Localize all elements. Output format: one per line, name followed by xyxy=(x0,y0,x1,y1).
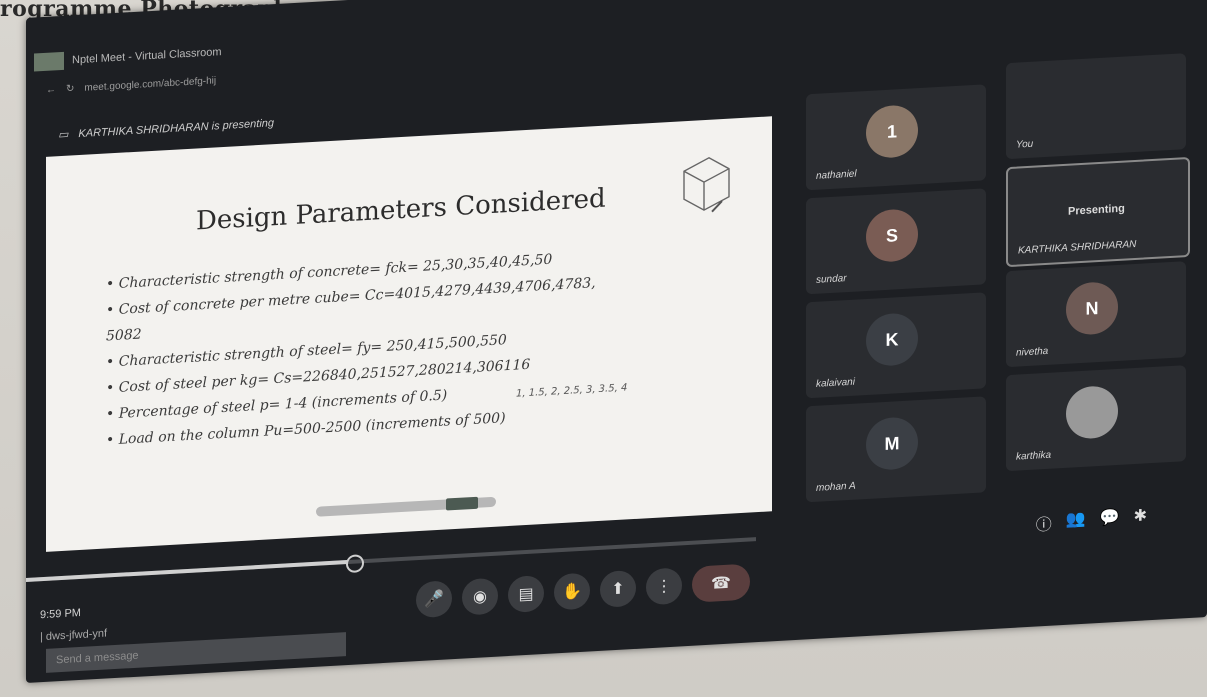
mic-icon[interactable]: 🎤 xyxy=(416,580,452,619)
captions-icon[interactable]: ▤ xyxy=(508,575,544,614)
favicon-icon xyxy=(34,51,64,72)
participant-name: karthika xyxy=(1016,449,1052,463)
participant-tile[interactable]: 1 nathaniel xyxy=(806,84,986,191)
avatar: S xyxy=(866,208,918,264)
address-text[interactable]: meet.google.com/abc-defg-hij xyxy=(84,75,216,93)
avatar: 1 xyxy=(866,104,918,160)
avatar: M xyxy=(866,416,918,472)
participant-name: nivetha xyxy=(1016,345,1049,359)
avatar: K xyxy=(866,312,918,368)
participant-tile[interactable]: You xyxy=(1006,53,1186,160)
camera-icon[interactable]: ◉ xyxy=(462,577,498,616)
reload-icon[interactable]: ↻ xyxy=(66,83,74,94)
monitor-screen: Nptel Meet - Virtual Classroom ← ↻ meet.… xyxy=(26,0,1207,683)
end-call-icon[interactable]: ☎ xyxy=(692,563,750,603)
present-icon[interactable]: ⬆ xyxy=(600,569,636,608)
shared-slide: Design Parameters Considered Characteris… xyxy=(46,116,772,552)
side-controls: ⓘ 👥 💬 ✱ xyxy=(1036,505,1147,535)
present-icon: ▭ xyxy=(58,128,69,142)
video-thumbnail xyxy=(1066,73,1118,128)
participant-tile[interactable]: karthika xyxy=(1006,365,1186,472)
call-controls: 🎤 ◉ ▤ ✋ ⬆ ⋮ ☎ xyxy=(416,563,750,619)
participant-tile[interactable]: M mohan A xyxy=(806,396,986,503)
presenting-label: KARTHIKA SHRIDHARAN is presenting xyxy=(78,116,275,140)
avatar: N xyxy=(1066,280,1118,336)
meeting-toolbar: 9:59 PM | dws-jfwd-ynf Send a message 🎤 … xyxy=(26,507,1207,683)
pinned-presenter-tile[interactable]: Presenting KARTHIKA SHRIDHARAN xyxy=(1006,156,1190,268)
pinned-name: KARTHIKA SHRIDHARAN xyxy=(1018,238,1137,257)
participant-name: You xyxy=(1016,138,1034,151)
browser-tab-title[interactable]: Nptel Meet - Virtual Classroom xyxy=(72,46,222,66)
participant-name: nathaniel xyxy=(816,168,857,182)
meeting-code: | dws-jfwd-ynf xyxy=(40,627,108,644)
slide-nav-knob[interactable] xyxy=(446,496,478,511)
participant-name: kalaivani xyxy=(816,376,855,390)
raise-hand-icon[interactable]: ✋ xyxy=(554,572,590,611)
participant-name: mohan A xyxy=(816,480,856,494)
meeting-time: 9:59 PM xyxy=(40,606,81,622)
slide-bullet-list: Characteristic strength of concrete= fck… xyxy=(106,237,726,454)
avatar xyxy=(1066,384,1118,440)
participant-name: sundar xyxy=(816,273,847,286)
pinned-title: Presenting xyxy=(1068,202,1125,218)
more-icon[interactable]: ⋮ xyxy=(646,567,682,606)
progress-fill xyxy=(26,560,348,582)
back-icon[interactable]: ← xyxy=(46,84,56,96)
participant-grid: 1 nathaniel You S sundar Presenting KART… xyxy=(806,52,1206,504)
info-icon[interactable]: ⓘ xyxy=(1036,511,1052,536)
people-icon[interactable]: 👥 xyxy=(1066,509,1086,534)
chat-icon[interactable]: 💬 xyxy=(1100,507,1120,532)
slide-nav-bar[interactable] xyxy=(316,496,496,517)
participant-tile[interactable]: N nivetha xyxy=(1006,261,1186,368)
participant-tile[interactable]: K kalaivani xyxy=(806,292,986,399)
cube-sketch xyxy=(683,157,730,213)
activities-icon[interactable]: ✱ xyxy=(1134,505,1147,530)
presenting-banner: ▭ KARTHIKA SHRIDHARAN is presenting xyxy=(58,116,275,142)
progress-handle[interactable] xyxy=(346,554,364,574)
slide-title: Design Parameters Considered xyxy=(196,183,606,237)
participant-tile[interactable]: S sundar xyxy=(806,188,986,295)
